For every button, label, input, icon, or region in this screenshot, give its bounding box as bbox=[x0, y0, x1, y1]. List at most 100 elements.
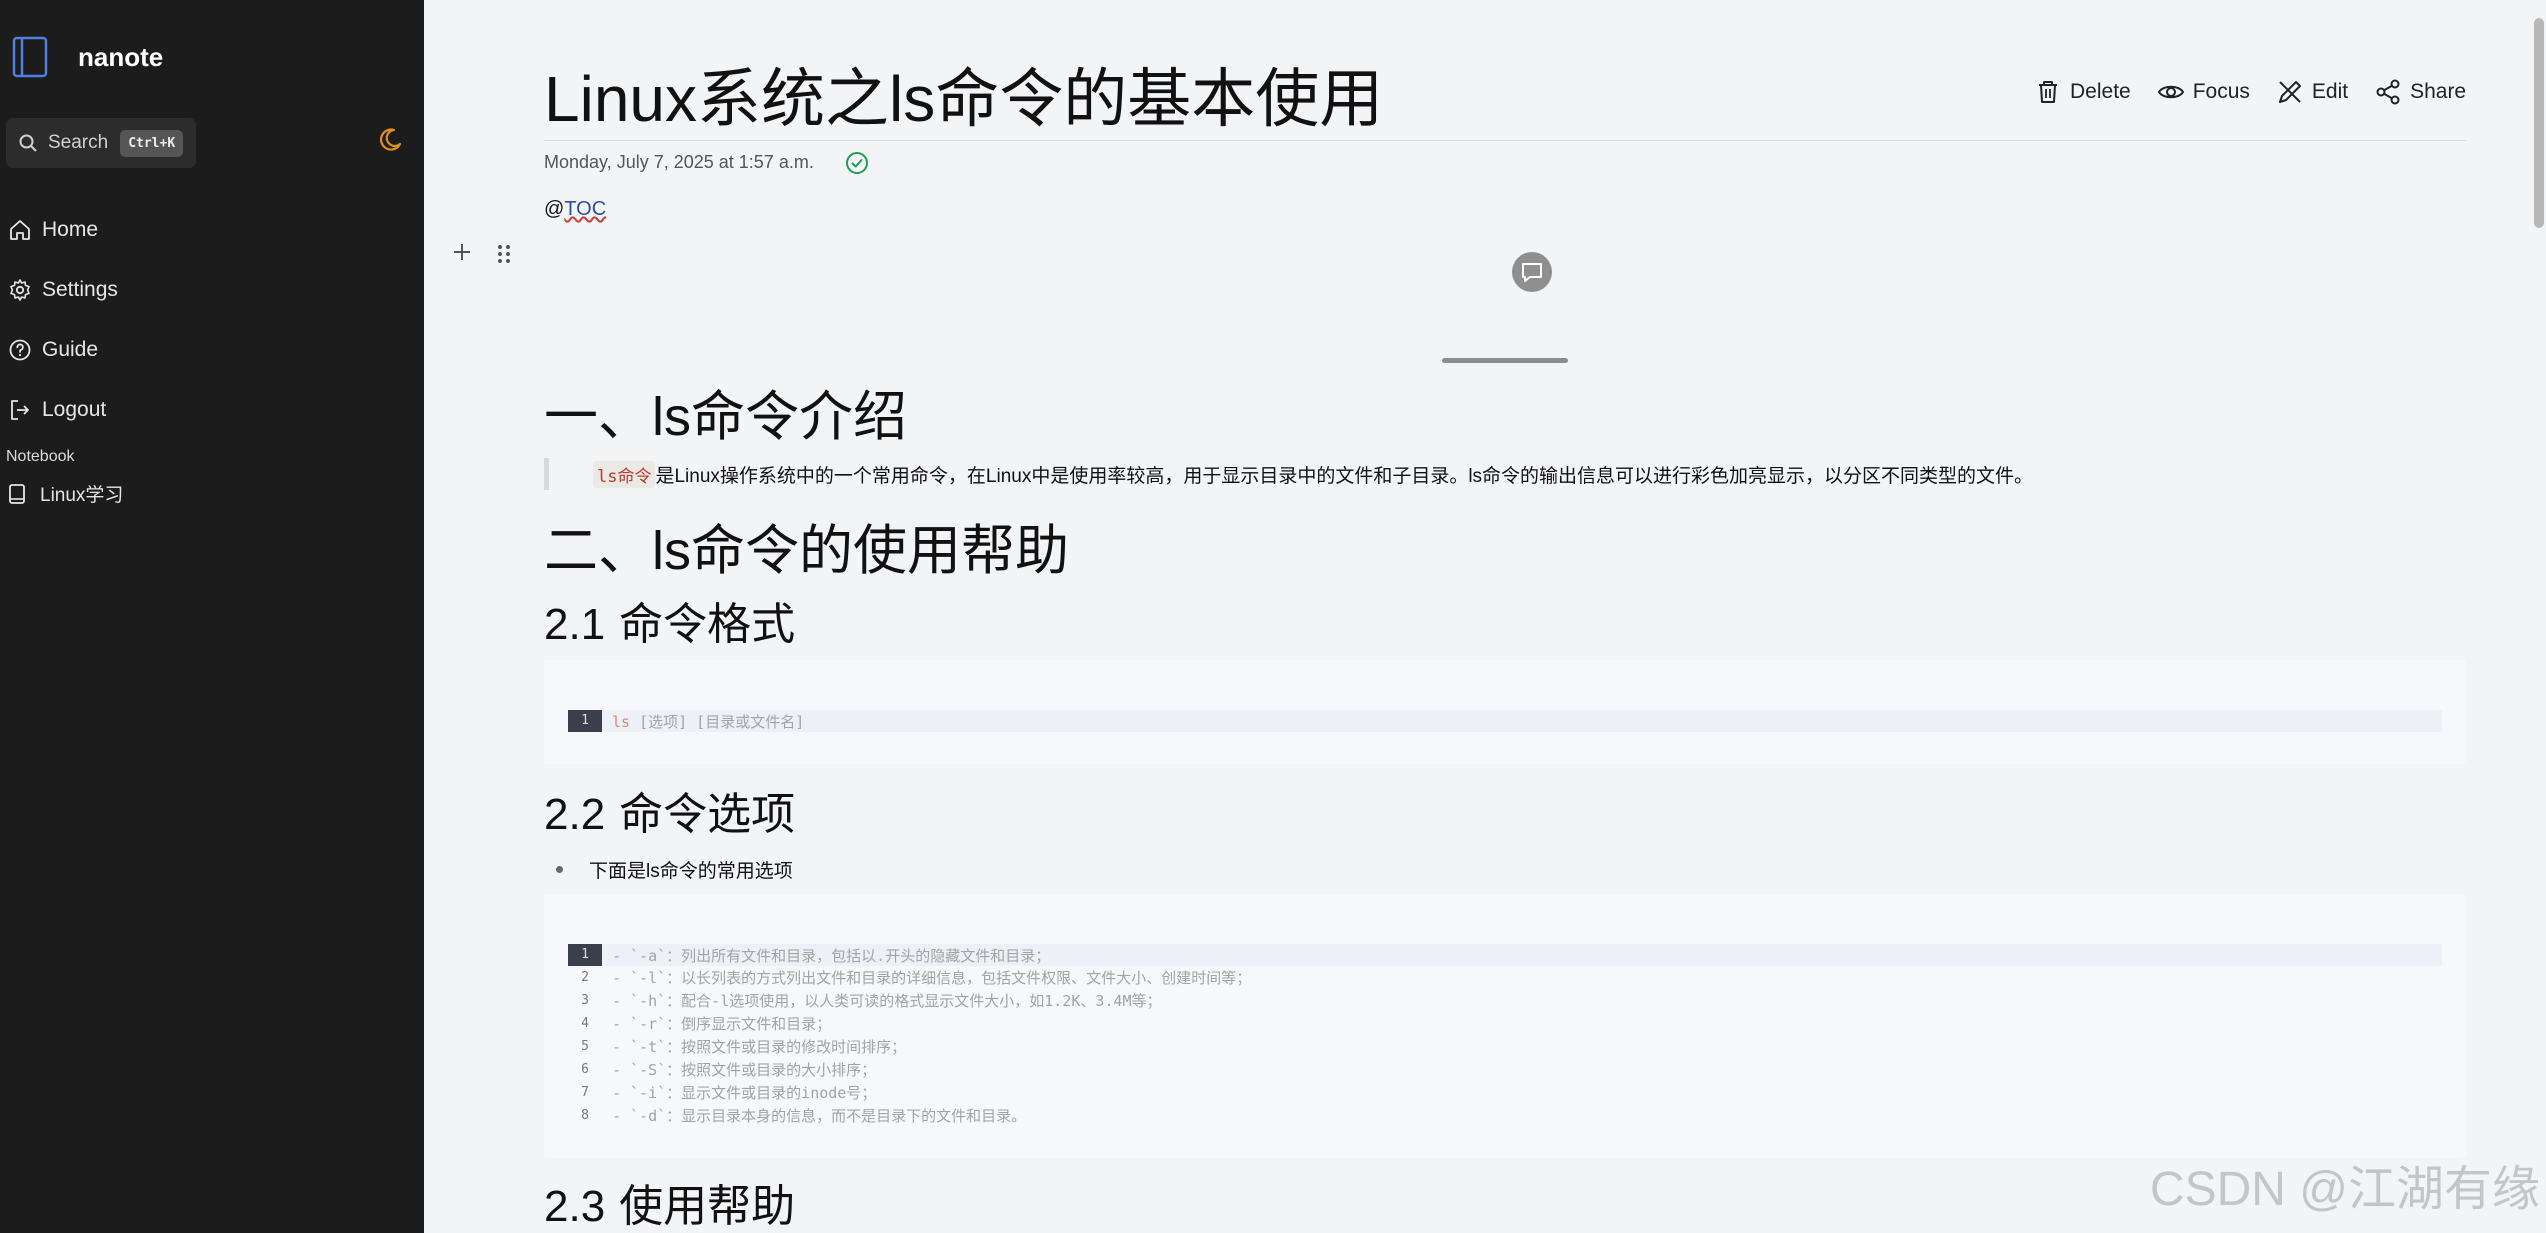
search-shortcut-badge: Ctrl+K bbox=[120, 129, 184, 157]
heading-usage: 2.3 使用帮助 bbox=[544, 1170, 795, 1233]
heading-format-num: 2.1 bbox=[544, 600, 606, 649]
gear-icon bbox=[10, 279, 30, 301]
vertical-scrollbar[interactable] bbox=[2534, 0, 2544, 1233]
drag-handle-icon[interactable] bbox=[494, 242, 514, 266]
heading-command-options: 2.2 命令选项 bbox=[544, 778, 795, 842]
code-line: 1 - `-a`：列出所有文件和目录，包括以.开头的隐藏文件和目录； bbox=[568, 944, 2442, 966]
focus-button[interactable]: Focus bbox=[2157, 78, 2250, 106]
brand[interactable]: nanote bbox=[12, 36, 163, 78]
bullet-dot bbox=[556, 866, 563, 873]
sidebar-item-settings[interactable]: Settings bbox=[0, 260, 424, 320]
comment-icon[interactable] bbox=[1510, 250, 1554, 294]
watermark: CSDN @江湖有缘 bbox=[2149, 1163, 2540, 1216]
share-label: Share bbox=[2410, 80, 2467, 103]
heading-intro: 一、ls命令介绍 bbox=[544, 372, 907, 451]
code-line: 8 - `-d`：显示目录本身的信息，而不是目录下的文件和目录。 bbox=[568, 1104, 1026, 1126]
code-text: ls [选项] [目录或文件名] bbox=[612, 711, 804, 732]
heading-usage-num: 2.3 bbox=[544, 1182, 606, 1231]
code-line: 5 - `-t`：按照文件或目录的修改时间排序； bbox=[568, 1035, 906, 1057]
section-divider bbox=[1442, 358, 1568, 363]
code-text: - `-S`：按照文件或目录的大小排序； bbox=[612, 1060, 877, 1079]
heading-options-num: 2.2 bbox=[544, 790, 606, 839]
code-text: - `-a`：列出所有文件和目录，包括以.开头的隐藏文件和目录； bbox=[612, 946, 1051, 965]
share-button[interactable]: Share bbox=[2374, 78, 2466, 106]
moon-icon[interactable] bbox=[376, 126, 404, 154]
saved-check-icon bbox=[846, 152, 868, 174]
line-number: 5 bbox=[581, 1038, 589, 1054]
search-button[interactable]: Search Ctrl+K bbox=[6, 118, 196, 168]
notebook-logo-icon bbox=[12, 36, 48, 78]
pencil-icon bbox=[2278, 81, 2301, 103]
note-toolbar: Delete Focus Edit Share bbox=[2034, 78, 2466, 106]
scrollbar-thumb[interactable] bbox=[2534, 18, 2544, 228]
line-number: 3 bbox=[581, 992, 589, 1008]
heading-intro-suffix: 命令介绍 bbox=[691, 385, 907, 448]
code-keyword: ls bbox=[612, 712, 631, 731]
page-title[interactable]: Linux系统之ls命令的基本使用 bbox=[544, 48, 1383, 140]
heading-format-text: 命令格式 bbox=[605, 599, 796, 650]
line-number: 4 bbox=[581, 1015, 589, 1031]
logout-icon bbox=[11, 400, 29, 420]
line-number: 6 bbox=[581, 1061, 589, 1077]
code-text: - `-r`：倒序显示文件和目录； bbox=[612, 1014, 832, 1033]
heading-intro-latin: ls bbox=[652, 387, 691, 447]
edit-label: Edit bbox=[2311, 80, 2349, 103]
add-block-icon[interactable] bbox=[450, 240, 474, 264]
code-line: 2 - `-l`：以长列表的方式列出文件和目录的详细信息，包括文件权限、文件大小… bbox=[568, 966, 1251, 988]
heading-options-text: 命令选项 bbox=[605, 789, 796, 840]
sidebar-item-logout[interactable]: Logout bbox=[0, 380, 424, 440]
code-rest: [选项] [目录或文件名] bbox=[630, 712, 805, 731]
note-editor: Linux系统之ls命令的基本使用 Delete Focus Edit Shar… bbox=[424, 0, 2546, 1233]
heading-usage-help: 二、ls命令的使用帮助 bbox=[544, 506, 1069, 585]
line-number: 1 bbox=[568, 710, 602, 732]
note-date: Monday, July 7, 2025 at 1:57 a.m. bbox=[544, 152, 814, 172]
search-label: Search bbox=[48, 132, 109, 153]
sidebar-item-guide[interactable]: Guide bbox=[0, 320, 424, 380]
share-icon bbox=[2376, 79, 2400, 105]
notebook-heading: Notebook bbox=[6, 448, 75, 465]
app-name: nanote bbox=[78, 41, 164, 72]
sidebar-item-label: Settings bbox=[42, 278, 118, 301]
sidebar-item-label: Home bbox=[42, 218, 99, 241]
toc-prefix: @ bbox=[544, 198, 565, 220]
inline-code: ls命令 bbox=[593, 460, 656, 488]
title-divider bbox=[544, 140, 2466, 141]
code-line: 6 - `-S`：按照文件或目录的大小排序； bbox=[568, 1058, 876, 1080]
help-icon bbox=[9, 339, 31, 361]
delete-button[interactable]: Delete bbox=[2034, 78, 2131, 106]
edit-button[interactable]: Edit bbox=[2276, 78, 2348, 106]
line-number: 1 bbox=[568, 944, 602, 966]
code-line: 1 ls [选项] [目录或文件名] bbox=[568, 710, 2442, 732]
list-item: 下面是ls命令的常用选项 bbox=[556, 856, 793, 883]
code-block-format[interactable]: 1 ls [选项] [目录或文件名] bbox=[544, 660, 2466, 764]
code-text: - `-t`：按照文件或目录的修改时间排序； bbox=[612, 1037, 907, 1056]
notebook-item-linux[interactable]: Linux学习 bbox=[6, 480, 123, 507]
heading-usage-text: 使用帮助 bbox=[605, 1181, 796, 1232]
book-icon bbox=[9, 483, 25, 504]
sidebar-nav: Home Settings Guide Logout bbox=[0, 200, 424, 440]
heading-command-format: 2.1 命令格式 bbox=[544, 588, 795, 652]
focus-label: Focus bbox=[2192, 80, 2250, 103]
code-block-options[interactable]: 1 - `-a`：列出所有文件和目录，包括以.开头的隐藏文件和目录； 2 - `… bbox=[544, 894, 2466, 1158]
app-window: nanote Search Ctrl+K Home Settings Guide… bbox=[0, 0, 2546, 1233]
toc-word: TOC bbox=[564, 198, 607, 220]
toc-marker[interactable]: @TOC bbox=[544, 198, 606, 221]
trash-icon bbox=[2039, 81, 2057, 103]
search-icon bbox=[19, 134, 37, 152]
line-number: 7 bbox=[581, 1084, 589, 1100]
code-line: 3 - `-h`：配合-l选项使用，以人类可读的格式显示文件大小，如1.2K、3… bbox=[568, 989, 1162, 1011]
code-text: - `-d`：显示目录本身的信息，而不是目录下的文件和目录。 bbox=[612, 1106, 1027, 1125]
code-text: - `-l`：以长列表的方式列出文件和目录的详细信息，包括文件权限、文件大小、创… bbox=[612, 968, 1252, 987]
code-line: 7 - `-i`：显示文件或目录的inode号； bbox=[568, 1081, 876, 1103]
home-icon bbox=[10, 220, 30, 240]
bullet-text: 下面是ls命令的常用选项 bbox=[589, 861, 793, 882]
sidebar-item-home[interactable]: Home bbox=[0, 200, 424, 260]
delete-label: Delete bbox=[2070, 80, 2131, 103]
intro-blockquote: ls命令 是Linux操作系统中的一个常用命令，在Linux中是使用率较高，用于显… bbox=[544, 458, 2033, 490]
sidebar: nanote Search Ctrl+K Home Settings Guide… bbox=[0, 0, 424, 1233]
code-text: - `-i`：显示文件或目录的inode号； bbox=[612, 1083, 877, 1102]
code-text: - `-h`：配合-l选项使用，以人类可读的格式显示文件大小，如1.2K、3.4… bbox=[612, 991, 1162, 1010]
sidebar-item-label: Logout bbox=[42, 398, 107, 421]
heading-intro-prefix: 一、 bbox=[544, 385, 652, 448]
line-number: 2 bbox=[581, 969, 589, 985]
